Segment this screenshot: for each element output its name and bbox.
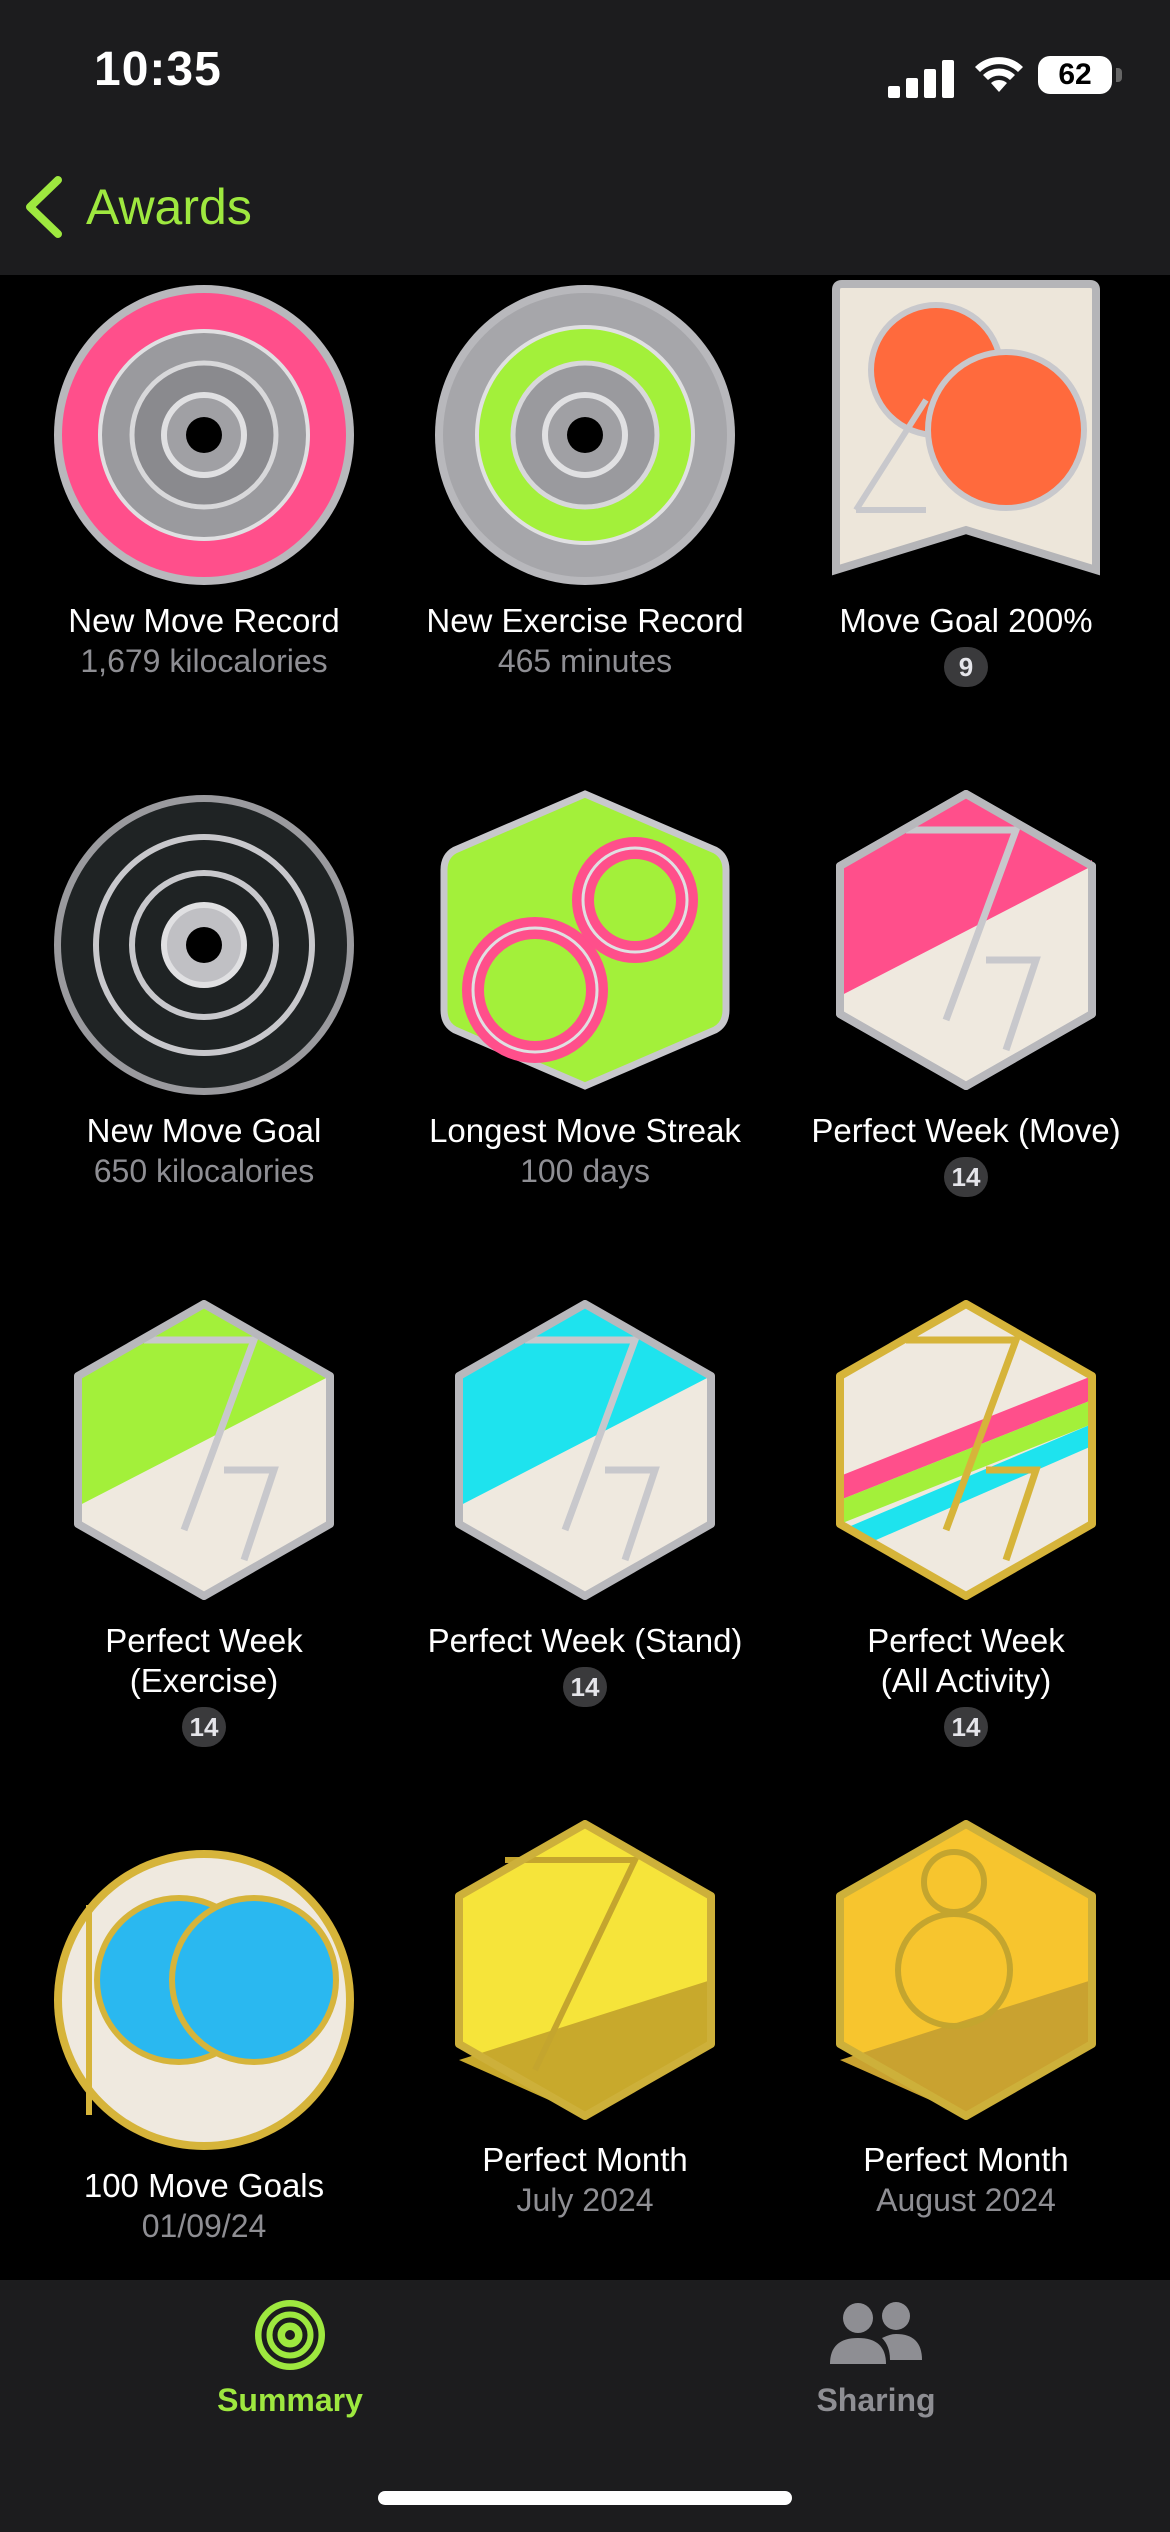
- award-perfect-week-exercise[interactable]: Perfect Week (Exercise) 14: [14, 1295, 394, 1795]
- award-perfect-month-august[interactable]: Perfect Month August 2024: [776, 1820, 1156, 2280]
- battery-tip: [1116, 68, 1122, 82]
- award-count-badge: 14: [944, 1157, 988, 1197]
- award-new-move-goal[interactable]: New Move Goal 650 kilocalories: [14, 785, 394, 1285]
- award-100-move-goals[interactable]: 100 Move Goals 01/09/24: [14, 1840, 394, 2280]
- move-record-ring-icon: [54, 285, 354, 585]
- award-count-badge: 9: [944, 647, 988, 687]
- award-title: New Move Record: [68, 602, 340, 639]
- tab-sharing-label: Sharing: [816, 2382, 936, 2418]
- award-subtitle: 100 days: [520, 1153, 650, 1189]
- perfect-week-stand-badge-icon: [455, 1300, 715, 1600]
- award-perfect-month-july[interactable]: Perfect Month July 2024: [395, 1820, 775, 2280]
- award-count-badge: 14: [563, 1667, 607, 1707]
- award-title: Perfect Month: [482, 2141, 688, 2178]
- award-subtitle: August 2024: [876, 2182, 1056, 2218]
- award-subtitle: 465 minutes: [497, 643, 673, 679]
- exercise-record-ring-icon: [435, 285, 735, 585]
- home-indicator: [378, 2491, 792, 2505]
- summary-rings-icon: [255, 2300, 325, 2370]
- award-subtitle: 01/09/24: [141, 2208, 267, 2244]
- longest-streak-badge-icon: [440, 790, 730, 1090]
- perfect-week-exercise-badge-icon: [74, 1300, 334, 1600]
- award-title-line1: Perfect Week: [105, 1622, 303, 1659]
- perfect-week-all-badge-icon: [836, 1300, 1096, 1600]
- award-perfect-week-move[interactable]: Perfect Week (Move) 14: [776, 785, 1156, 1285]
- award-title: New Exercise Record: [426, 602, 744, 639]
- perfect-week-move-badge-icon: [836, 790, 1096, 1090]
- perfect-month-july-badge-icon: [455, 1820, 715, 2120]
- award-perfect-week-stand[interactable]: Perfect Week (Stand) 14: [395, 1295, 775, 1795]
- award-subtitle: 1,679 kilocalories: [80, 643, 328, 679]
- award-move-goal-200[interactable]: Move Goal 200% 9: [776, 275, 1156, 775]
- sharing-people-icon: [830, 2302, 922, 2364]
- status-time: 10:35: [94, 43, 222, 96]
- award-subtitle: July 2024: [516, 2182, 654, 2218]
- award-title: 100 Move Goals: [83, 2167, 325, 2204]
- award-title: Perfect Week (Stand): [427, 1622, 743, 1659]
- award-new-move-record[interactable]: New Move Record 1,679 kilocalories: [14, 275, 394, 775]
- award-longest-move-streak[interactable]: Longest Move Streak 100 days: [395, 785, 775, 1285]
- back-label: Awards: [86, 179, 252, 235]
- tab-summary[interactable]: Summary: [90, 2298, 490, 2419]
- move-goal-200-badge-icon: [832, 280, 1100, 576]
- 100-move-goals-badge-icon: [54, 1850, 354, 2150]
- awards-grid: New Move Record 1,679 kilocalories New E…: [0, 275, 1170, 2280]
- battery-indicator: 62: [1038, 56, 1112, 94]
- award-title: Longest Move Streak: [429, 1112, 741, 1149]
- chevron-left-icon: [26, 176, 62, 238]
- status-icons: 62: [888, 50, 1122, 100]
- award-count-badge: 14: [944, 1707, 988, 1747]
- new-move-goal-ring-icon: [54, 795, 354, 1095]
- award-title-line1: Perfect Week: [867, 1622, 1065, 1659]
- award-new-exercise-record[interactable]: New Exercise Record 465 minutes: [395, 275, 775, 775]
- back-button[interactable]: Awards: [24, 172, 252, 242]
- award-subtitle: 650 kilocalories: [93, 1153, 315, 1189]
- award-title-line2: (All Activity): [880, 1662, 1052, 1699]
- award-title-line2: (Exercise): [129, 1662, 279, 1699]
- award-title: Move Goal 200%: [839, 602, 1093, 639]
- cellular-signal-icon: [888, 60, 954, 98]
- award-title: Perfect Month: [863, 2141, 1069, 2178]
- navigation-header: 10:35 62 Awards: [0, 0, 1170, 275]
- award-title: New Move Goal: [86, 1112, 322, 1149]
- perfect-month-august-badge-icon: [836, 1820, 1096, 2120]
- award-title: Perfect Week (Move): [811, 1112, 1121, 1149]
- tab-sharing[interactable]: Sharing: [676, 2298, 1076, 2419]
- tab-summary-label: Summary: [217, 2382, 363, 2418]
- award-count-badge: 14: [182, 1707, 226, 1747]
- wifi-icon: [975, 57, 1023, 92]
- award-perfect-week-all-activity[interactable]: Perfect Week (All Activity) 14: [776, 1295, 1156, 1795]
